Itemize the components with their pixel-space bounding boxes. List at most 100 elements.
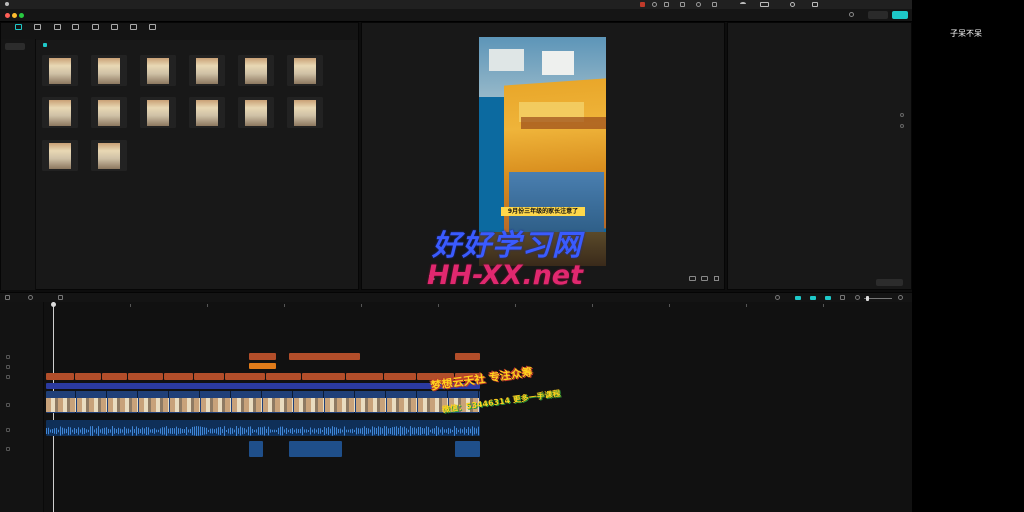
tab-sticker[interactable] [68,23,84,37]
media-thumbnail[interactable] [238,97,274,128]
video-clip[interactable] [356,391,386,413]
text-clip[interactable] [194,373,224,380]
sfx-clip[interactable] [249,441,263,457]
media-thumbnail[interactable] [42,140,78,171]
video-clip[interactable] [46,391,76,413]
video-clip[interactable] [201,391,231,413]
record-icon[interactable] [775,295,780,300]
control-center-icon[interactable] [812,2,818,7]
media-thumbnail[interactable] [91,55,127,86]
text-clip[interactable] [164,373,193,380]
video-clip[interactable] [170,391,200,413]
tab-filter[interactable] [126,23,142,37]
media-thumbnail[interactable] [42,97,78,128]
modify-button[interactable] [876,279,903,286]
video-track[interactable] [46,391,480,413]
status-icon-3[interactable] [664,2,669,7]
help-icon[interactable] [849,12,854,17]
layout-icon[interactable] [701,276,708,281]
select-tool-icon[interactable] [5,295,10,300]
volume-icon[interactable] [840,295,845,300]
status-icon-4[interactable] [680,2,685,7]
text-clip[interactable] [302,373,345,380]
video-clip[interactable] [325,391,355,413]
sfx-clip[interactable] [289,441,342,457]
video-clip[interactable] [387,391,417,413]
ratio-icon[interactable] [689,276,696,281]
close-button[interactable] [5,13,10,18]
subtitle-caption[interactable]: 9月份三年级的家长注意了 [501,207,585,216]
toggle-2-icon[interactable] [810,296,816,300]
zoom-out-icon[interactable] [855,295,860,300]
video-clip[interactable] [294,391,324,413]
fullscreen-icon[interactable] [714,276,719,281]
video-clip[interactable] [232,391,262,413]
status-icon-5[interactable] [696,2,701,7]
upper-clip[interactable] [289,353,360,360]
media-thumbnail[interactable] [91,97,127,128]
track-visibility-icon[interactable] [6,365,10,369]
thumbnail-image [147,58,169,84]
media-thumbnail[interactable] [189,97,225,128]
zoom-button[interactable] [19,13,24,18]
track-video-icon[interactable] [6,403,10,407]
status-icon-6[interactable] [712,2,717,7]
text-clip[interactable] [384,373,416,380]
text-clip[interactable] [266,373,301,380]
track-lock-icon[interactable] [6,355,10,359]
status-icon-2[interactable] [652,2,657,7]
zoom-slider-handle[interactable] [866,296,869,301]
video-clip[interactable] [108,391,138,413]
info-icon[interactable] [900,113,904,117]
media-thumbnail[interactable] [140,55,176,86]
media-thumbnail[interactable] [287,55,323,86]
tab-adjust[interactable] [145,23,161,37]
tab-transition[interactable] [107,23,123,37]
shortcut-button[interactable] [868,11,888,19]
playhead-handle[interactable] [51,302,56,307]
battery-icon[interactable] [760,2,769,7]
audio-track[interactable] [46,420,480,436]
tab-audio[interactable] [30,23,46,37]
text-clip[interactable] [346,373,383,380]
minimize-button[interactable] [12,13,17,18]
media-thumbnail[interactable] [42,55,78,86]
text-clip[interactable] [128,373,163,380]
undo-icon[interactable] [28,295,33,300]
sidebar-item-import[interactable] [5,43,25,50]
toggle-1-icon[interactable] [795,296,801,300]
sticker-clip[interactable] [249,363,276,369]
upper-clip[interactable] [455,353,480,360]
info-icon[interactable] [900,124,904,128]
text-clip[interactable] [225,373,265,380]
video-clip[interactable] [263,391,293,413]
video-clip[interactable] [139,391,169,413]
apple-icon[interactable] [5,2,9,6]
track-text-icon[interactable] [6,375,10,379]
tab-text[interactable] [50,23,66,37]
tab-media[interactable] [11,23,27,37]
text-clip[interactable] [75,373,101,380]
zoom-in-icon[interactable] [898,295,903,300]
search-icon[interactable] [790,2,795,7]
effect-clip[interactable] [46,383,480,389]
track-extra-icon[interactable] [6,447,10,451]
media-thumbnail[interactable] [91,140,127,171]
status-icon-1[interactable] [640,2,645,7]
toggle-3-icon[interactable] [825,296,831,300]
text-clip[interactable] [102,373,127,380]
track-audio-icon[interactable] [6,428,10,432]
upper-clip[interactable] [249,353,276,360]
video-clip[interactable] [77,391,107,413]
wifi-icon[interactable] [740,2,746,6]
split-icon[interactable] [58,295,63,300]
media-thumbnail[interactable] [238,55,274,86]
media-thumbnail[interactable] [189,55,225,86]
text-clip[interactable] [46,373,74,380]
sfx-clip[interactable] [455,441,480,457]
tab-effects[interactable] [88,23,104,37]
export-button[interactable] [892,11,908,19]
import-checkbox[interactable] [43,43,47,47]
media-thumbnail[interactable] [287,97,323,128]
media-thumbnail[interactable] [140,97,176,128]
